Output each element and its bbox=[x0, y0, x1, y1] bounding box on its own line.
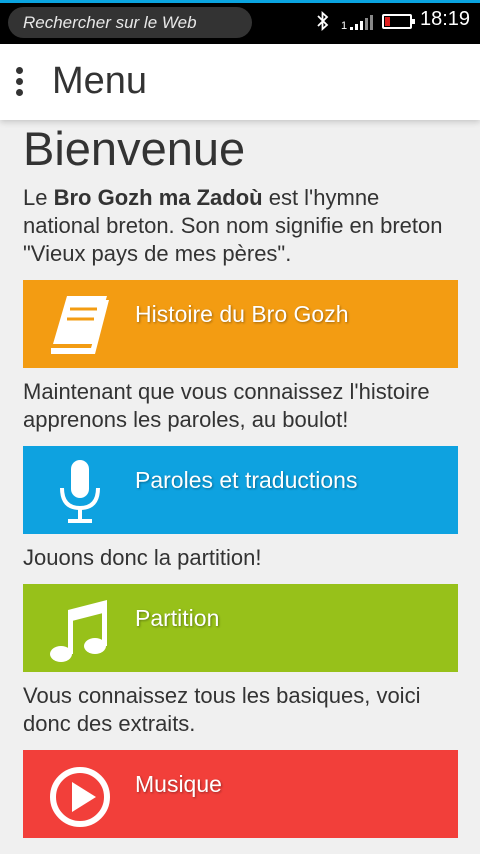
battery-icon bbox=[382, 14, 415, 29]
clock: 18:19 bbox=[420, 8, 471, 30]
bluetooth-icon bbox=[317, 10, 329, 32]
music-note-icon bbox=[50, 600, 107, 662]
score-button[interactable]: Partition bbox=[23, 584, 458, 672]
app-header: Menu bbox=[0, 44, 480, 120]
lyrics-label: Paroles et traductions bbox=[135, 467, 358, 493]
sim-indicator: 1 bbox=[341, 20, 348, 32]
score-followup-text: Vous connaissez tous les basiques, voici… bbox=[23, 683, 421, 736]
music-button[interactable]: Musique bbox=[23, 750, 458, 838]
page-title: Menu bbox=[52, 60, 148, 102]
menu-icon[interactable] bbox=[16, 67, 24, 99]
music-label: Musique bbox=[135, 771, 222, 797]
lyrics-button[interactable]: Paroles et traductions bbox=[23, 446, 458, 534]
book-icon bbox=[51, 296, 109, 354]
welcome-heading: Bienvenue bbox=[23, 122, 246, 175]
main-content: Bienvenue Le Bro Gozh ma Zadoù est l'hym… bbox=[23, 120, 459, 838]
search-placeholder: Rechercher sur le Web bbox=[23, 13, 197, 32]
intro-text-start: Le bbox=[23, 185, 54, 210]
play-icon bbox=[50, 767, 110, 827]
score-label: Partition bbox=[135, 605, 220, 631]
history-label: Histoire du Bro Gozh bbox=[135, 301, 349, 327]
microphone-icon bbox=[60, 460, 100, 523]
web-search-bar[interactable]: Rechercher sur le Web bbox=[8, 7, 252, 38]
anthem-name: Bro Gozh ma Zadoù bbox=[53, 185, 263, 210]
lyrics-followup-text: Jouons donc la partition! bbox=[23, 545, 262, 570]
status-bar: Rechercher sur le Web 1 18:19 bbox=[0, 0, 480, 44]
history-button[interactable]: Histoire du Bro Gozh bbox=[23, 280, 458, 368]
signal-strength-icon bbox=[350, 15, 373, 30]
history-followup-text: Maintenant que vous connaissez l'histoir… bbox=[23, 379, 430, 432]
intro-paragraph: Le Bro Gozh ma Zadoù est l'hymne nationa… bbox=[23, 184, 459, 268]
